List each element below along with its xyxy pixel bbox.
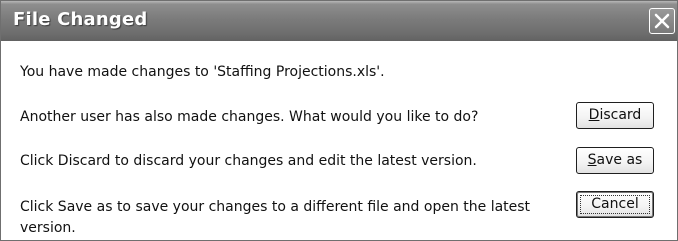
message-other-user: Another user has also made changes. What…: [20, 109, 479, 125]
message-changes-made: You have made changes to 'Staffing Proje…: [20, 64, 385, 80]
save-as-accelerator: S: [587, 152, 597, 168]
dialog-title: File Changed: [13, 9, 148, 30]
cancel-label: Cancel: [591, 196, 639, 212]
file-changed-dialog: File Changed You have made changes to 'S…: [0, 0, 678, 241]
discard-label-rest: iscard: [599, 107, 642, 123]
close-icon: [654, 13, 670, 29]
discard-accelerator: D: [588, 107, 600, 123]
cancel-focus-ring: Cancel: [580, 195, 650, 214]
save-as-button[interactable]: Save as: [576, 147, 654, 174]
title-bar[interactable]: File Changed: [1, 1, 677, 41]
cancel-button[interactable]: Cancel: [576, 191, 654, 218]
dialog-body: You have made changes to 'Staffing Proje…: [1, 41, 677, 240]
message-save-as-help: Click Save as to save your changes to a …: [20, 199, 531, 236]
close-button[interactable]: [649, 8, 675, 34]
save-as-label-rest: ave as: [596, 152, 643, 168]
message-discard-help: Click Discard to discard your changes an…: [20, 153, 477, 169]
discard-button[interactable]: Discard: [576, 102, 654, 129]
